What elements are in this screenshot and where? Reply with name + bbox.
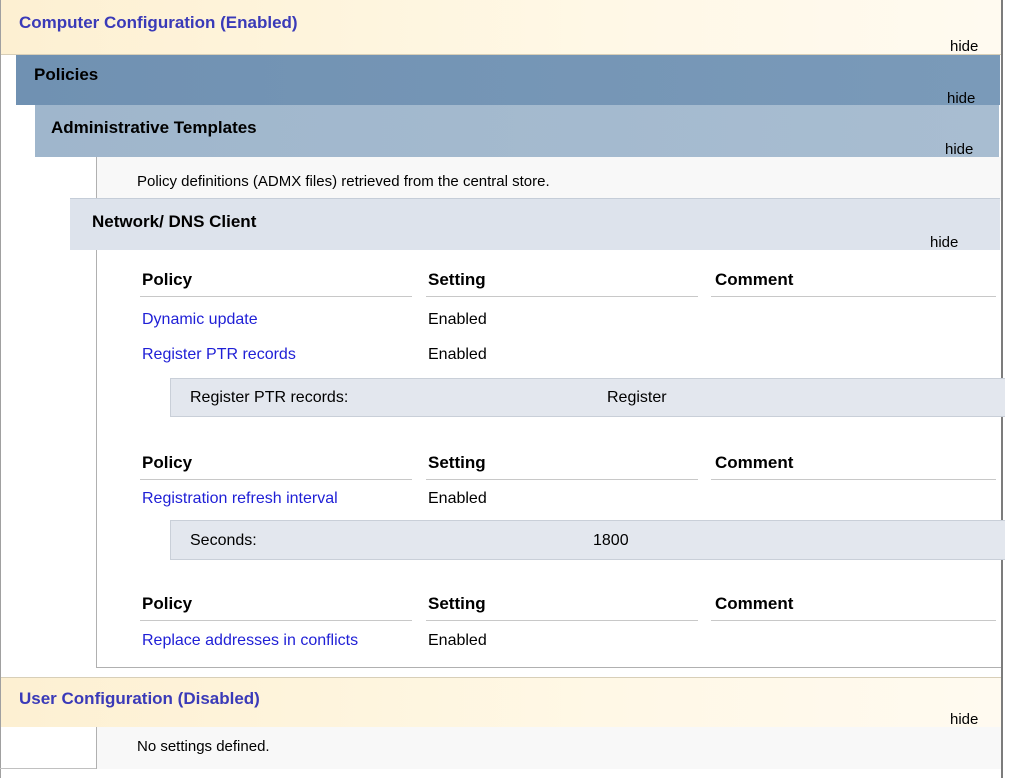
- user-configuration-description: No settings defined.: [137, 738, 270, 755]
- dns-client-hide-link[interactable]: hide: [930, 234, 958, 251]
- detail-label: Seconds:: [190, 532, 257, 549]
- computer-configuration-hide-link[interactable]: hide: [950, 38, 978, 55]
- user-configuration-title: User Configuration (Disabled): [19, 689, 260, 708]
- policy-setting: Enabled: [428, 346, 487, 363]
- setting-column-header: Setting: [428, 594, 486, 613]
- detail-value: 1800: [593, 532, 629, 549]
- administrative-templates-hide-link[interactable]: hide: [945, 141, 973, 158]
- bottom-divider: [0, 768, 96, 769]
- header-underline: [711, 296, 996, 297]
- policy-link-registration-refresh-interval[interactable]: Registration refresh interval: [142, 490, 338, 508]
- policy-link-register-ptr-records[interactable]: Register PTR records: [142, 346, 296, 364]
- policy-setting: Enabled: [428, 632, 487, 649]
- dns-client-title: Network/ DNS Client: [92, 212, 257, 231]
- admin-templates-description: Policy definitions (ADMX files) retrieve…: [137, 173, 550, 190]
- header-underline: [426, 620, 698, 621]
- policy-column-header: Policy: [142, 453, 193, 472]
- header-underline: [711, 479, 996, 480]
- user-configuration-body: No settings defined.: [96, 727, 1001, 769]
- policy-column-header: Policy: [142, 270, 193, 289]
- administrative-templates-header[interactable]: Administrative Templates hide: [35, 105, 999, 158]
- policy-link-replace-addresses-in-conflicts[interactable]: Replace addresses in conflicts: [142, 632, 358, 650]
- administrative-templates-body: Policy definitions (ADMX files) retrieve…: [96, 157, 1001, 201]
- detail-label: Register PTR records:: [190, 389, 349, 406]
- header-underline: [140, 620, 412, 621]
- administrative-templates-title: Administrative Templates: [51, 118, 257, 137]
- computer-configuration-title: Computer Configuration (Enabled): [19, 13, 298, 32]
- user-configuration-header[interactable]: User Configuration (Disabled) hide: [1, 677, 1001, 728]
- policies-header[interactable]: Policies hide: [16, 55, 1000, 107]
- setting-column-header: Setting: [428, 270, 486, 289]
- header-underline: [140, 296, 412, 297]
- left-frame-border: [0, 0, 1, 778]
- header-underline: [711, 620, 996, 621]
- setting-column-header: Setting: [428, 453, 486, 472]
- policies-title: Policies: [34, 65, 99, 84]
- dns-client-header[interactable]: Network/ DNS Client hide: [70, 198, 1000, 251]
- policy-column-header: Policy: [142, 594, 193, 613]
- comment-column-header: Comment: [715, 270, 794, 289]
- detail-row-seconds: Seconds: 1800: [170, 520, 1005, 560]
- header-underline: [426, 296, 698, 297]
- user-configuration-hide-link[interactable]: hide: [950, 711, 978, 728]
- policy-setting: Enabled: [428, 490, 487, 507]
- comment-column-header: Comment: [715, 453, 794, 472]
- detail-row-register-ptr: Register PTR records: Register: [170, 378, 1005, 417]
- comment-column-header: Comment: [715, 594, 794, 613]
- computer-configuration-header[interactable]: Computer Configuration (Enabled) hide: [1, 0, 1001, 55]
- detail-value: Register: [607, 389, 667, 406]
- header-underline: [140, 479, 412, 480]
- policy-setting: Enabled: [428, 311, 487, 328]
- policy-link-dynamic-update[interactable]: Dynamic update: [142, 311, 258, 329]
- dns-client-body: Policy Setting Comment Dynamic update En…: [96, 250, 1005, 668]
- header-underline: [426, 479, 698, 480]
